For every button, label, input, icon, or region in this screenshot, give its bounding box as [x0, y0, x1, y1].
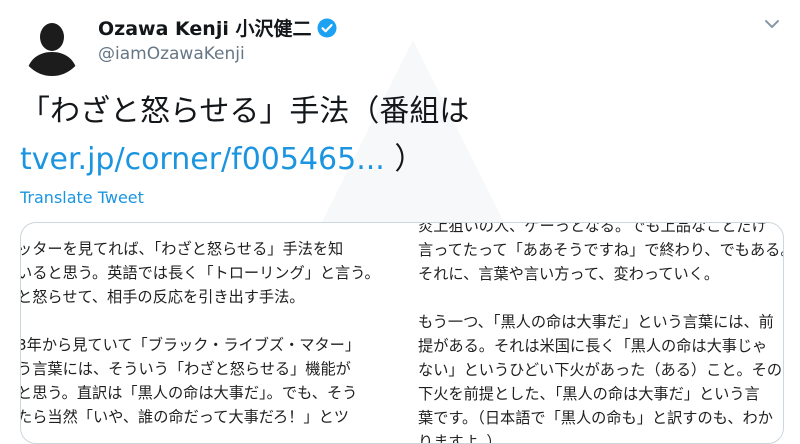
image-text-line: 言ってたって「ああそうですね」で終わり、でもある。	[418, 241, 783, 259]
image-text-line: と怒らせて、相手の反応を引き出す手法。	[20, 288, 305, 306]
author-handle[interactable]: @iamOzawaKenji	[98, 44, 245, 64]
tweet-text-line-1: 「わざと怒らせる」手法（番組は	[20, 94, 470, 129]
image-text-line: 葉です。（日本語で「黒人の命も」と訳すのも、わか	[418, 409, 773, 427]
tweet-link[interactable]: tver.jp/corner/f005465...	[20, 142, 385, 177]
image-text-line: いると思う。英語では長く「トローリング」と言う。	[20, 264, 380, 282]
image-text-line: それに、言葉や言い方って、変わっていく。	[418, 265, 720, 283]
image-text-line: 炎上狙いの人、ゲーっとなる。でも上品なことだけ	[418, 222, 767, 235]
image-text-line: 3年から見ていて「ブラック・ライブズ・マター」	[20, 336, 361, 354]
tweet-image[interactable]: ッターを見てれば、「わざと怒らせる」手法を知 いると思う。英語では長く「トローリ…	[20, 222, 784, 444]
image-text-line: たら当然「いや、誰の命だって大事だろ！」とツ	[20, 408, 349, 426]
tweet-text-line-2: tver.jp/corner/f005465... ）	[20, 136, 720, 184]
image-text-line	[21, 309, 392, 333]
author-display-name[interactable]: Ozawa Kenji 小沢健二	[98, 14, 311, 41]
translate-tweet-link[interactable]: Translate Tweet	[20, 188, 144, 207]
image-text-line	[418, 286, 783, 310]
image-text-right-column: 炎上狙いの人、ゲーっとなる。でも上品なことだけ 言ってたって「ああそうですね」で…	[418, 222, 783, 444]
image-text-left-column: ッターを見てれば、「わざと怒らせる」手法を知 いると思う。英語では長く「トローリ…	[20, 237, 392, 429]
image-text-line: ない」というひどい下火があった（ある）こと。その	[418, 361, 783, 379]
verified-badge-icon	[317, 18, 337, 38]
avatar-image	[20, 12, 84, 76]
image-text-line: ッターを見てれば、「わざと怒らせる」手法を知	[20, 240, 344, 258]
chevron-down-icon[interactable]	[762, 14, 782, 38]
tweet-text: 「わざと怒らせる」手法（番組は tver.jp/corner/f005465..…	[20, 88, 720, 184]
image-text-line: 提がある。それは米国に長く「黒人の命は大事じゃ	[418, 337, 768, 355]
image-text-line: と思う。直訳は「黒人の命は大事だ」。でも、そう	[20, 384, 358, 402]
tweet-text-suffix: ）	[384, 142, 425, 177]
image-text-line: もう一つ、「黒人の命は大事だ」という言葉には、前	[418, 313, 774, 331]
image-text-line: う言葉には、そういう「わざと怒らせる」機能が	[20, 360, 351, 378]
avatar[interactable]	[20, 12, 84, 76]
image-text-line: 下火を前提とした、「黒人の命は大事だ」という言	[418, 385, 760, 403]
image-text-line: りますよ。）	[418, 433, 502, 444]
author-name-row: Ozawa Kenji 小沢健二	[98, 14, 337, 41]
